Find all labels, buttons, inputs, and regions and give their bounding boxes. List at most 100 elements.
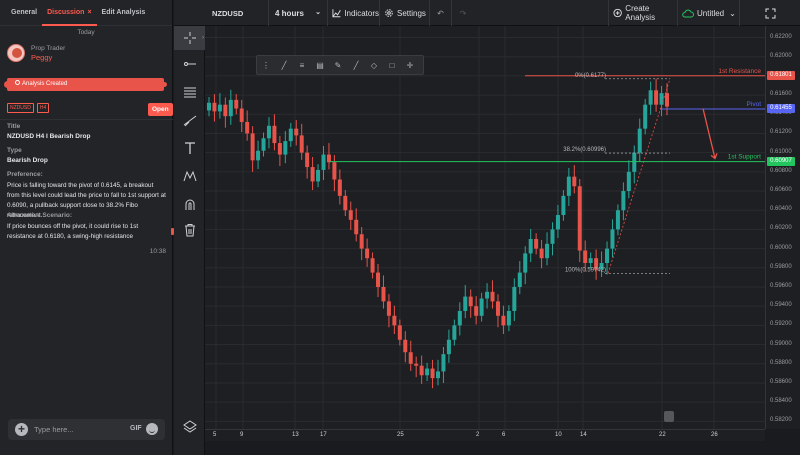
tab-discussion[interactable]: Discussion × <box>42 0 97 26</box>
layout-selector[interactable]: Untitled ⌄ <box>678 0 740 26</box>
tab-edit-analysis[interactable]: Edit Analysis <box>97 0 151 26</box>
indicators-button[interactable]: Indicators <box>328 0 380 26</box>
candle-body <box>316 169 321 182</box>
candle-body <box>272 125 277 144</box>
price-axis[interactable]: 0.622000.620000.618000.616000.614000.612… <box>765 26 800 429</box>
crosshair-icon[interactable]: › <box>174 26 205 50</box>
candle-body <box>228 99 233 117</box>
y-tick-label: 0.59000 <box>770 340 792 347</box>
trash-icon[interactable] <box>174 218 205 242</box>
scroll-to-present-icon[interactable] <box>664 411 674 422</box>
candle-body <box>555 215 560 230</box>
candle-body <box>337 179 342 196</box>
settings-label: Settings <box>397 8 426 18</box>
close-icon[interactable]: × <box>87 9 91 16</box>
trend-line-icon[interactable] <box>174 108 205 132</box>
candle-body <box>626 171 631 192</box>
brush-icon[interactable]: ╱ <box>275 56 293 74</box>
y-tick-label: 0.61600 <box>770 91 792 98</box>
tab-general[interactable]: General <box>6 0 42 26</box>
fullscreen-icon[interactable] <box>740 0 800 26</box>
candle-body <box>250 133 255 161</box>
analysis-created-banner: Analysis Created <box>4 78 167 91</box>
plus-icon[interactable]: + <box>15 423 28 436</box>
candle-body <box>436 371 440 379</box>
magnet-icon[interactable] <box>174 192 205 216</box>
undo-icon[interactable]: ↶ <box>430 0 452 26</box>
y-tick-label: 0.58400 <box>770 398 792 405</box>
level-label: 1st Support <box>728 154 761 161</box>
layers-icon[interactable] <box>174 414 205 438</box>
timeframe-label: 4 hours <box>275 8 304 18</box>
gear-icon <box>385 9 393 17</box>
candle-body <box>643 104 648 129</box>
candle-body <box>348 210 353 220</box>
chat-input[interactable] <box>34 422 124 437</box>
x-tick-label: 26 <box>711 432 718 438</box>
crosshair-icon[interactable]: ✛ <box>401 56 419 74</box>
open-button[interactable]: Open <box>148 103 173 116</box>
candle-body <box>654 90 659 105</box>
tag-list: NZDUSD H4 <box>7 103 50 113</box>
y-tick-label: 0.60200 <box>770 225 792 232</box>
tab-discussion-label: Discussion <box>47 8 85 16</box>
candle-body <box>425 368 430 376</box>
y-tick-label: 0.61000 <box>770 148 792 155</box>
redo-icon[interactable]: ↷ <box>452 0 474 26</box>
candle-body <box>376 272 381 287</box>
candle-body <box>414 363 419 366</box>
chart-canvas[interactable]: 1st Resistance Pivot 1st Support 0%(0.6177)… <box>205 26 765 429</box>
pattern-icon[interactable] <box>174 164 205 188</box>
discussion-panel: General Discussion × Edit Analysis Today … <box>0 0 173 455</box>
time-axis[interactable]: 5 9 13 17 25 2 6 10 14 22 26 <box>205 429 765 441</box>
candle-body <box>550 229 555 244</box>
candle-body <box>474 306 479 316</box>
fib-levels-icon[interactable] <box>174 80 205 104</box>
line-style-icon[interactable]: ≡ <box>293 56 311 74</box>
frame-icon[interactable]: □ <box>383 56 401 74</box>
type-field: Type Bearish Drop <box>7 147 167 164</box>
title-label: Title <box>7 123 21 130</box>
x-tick-label: 22 <box>659 432 666 438</box>
y-tick-label: 0.59800 <box>770 263 792 270</box>
candle-body <box>545 243 550 259</box>
pencil-icon[interactable]: ✎ <box>329 56 347 74</box>
price-tag: 0.60907 <box>767 157 795 167</box>
fill-icon[interactable]: ▤ <box>311 56 329 74</box>
title-field: Title NZDUSD H4 I Bearish Drop <box>7 123 167 140</box>
text-icon[interactable] <box>174 136 205 160</box>
drag-handle-icon[interactable]: ⋮ <box>257 56 275 74</box>
candle-body <box>403 339 408 353</box>
line-color-icon[interactable]: ╱ <box>347 56 365 74</box>
level-label: Pivot <box>747 101 762 108</box>
horizontal-ray-icon[interactable] <box>174 52 205 76</box>
y-tick-label: 0.60600 <box>770 187 792 194</box>
candle-body <box>294 128 299 136</box>
timeframe-selector[interactable]: 4 hours ⌄ <box>269 0 328 26</box>
emoji-icon[interactable] <box>146 423 158 435</box>
symbol-tag: NZDUSD <box>7 103 34 113</box>
alternative-text: If price bounces off the pivot, it could… <box>7 223 139 240</box>
candle-body <box>452 325 457 340</box>
type-value: Bearish Drop <box>7 157 48 164</box>
candle-body <box>354 219 359 235</box>
avatar[interactable] <box>7 44 25 62</box>
y-tick-label: 0.60800 <box>770 167 792 174</box>
y-tick-label: 0.59200 <box>770 321 792 328</box>
eraser-icon[interactable]: ◇ <box>365 56 383 74</box>
symbol-selector[interactable]: NZDUSD <box>174 0 269 26</box>
create-analysis-button[interactable]: Create Analysis <box>608 0 678 26</box>
price-tag: 0.61801 <box>767 71 795 81</box>
candle-body <box>621 191 626 211</box>
divider <box>0 119 173 120</box>
price-chart[interactable]: 1st Resistance Pivot 1st Support 0%(0.6177)… <box>205 26 765 429</box>
candle-body <box>392 315 397 326</box>
candle-body <box>305 152 310 168</box>
settings-button[interactable]: Settings <box>380 0 430 26</box>
author-name[interactable]: Peggy <box>31 53 65 62</box>
candle-body <box>490 291 495 302</box>
x-tick-label: 9 <box>240 432 244 438</box>
chevron-down-icon: ⌄ <box>315 9 321 16</box>
gif-button[interactable]: GIF <box>130 425 142 432</box>
sidebar-tabs: General Discussion × Edit Analysis <box>0 0 172 26</box>
